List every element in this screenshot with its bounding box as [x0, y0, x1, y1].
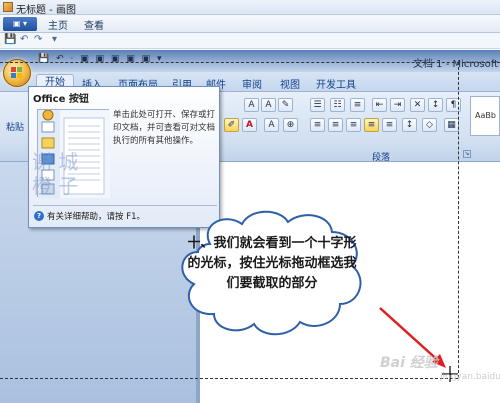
decrease-indent-icon[interactable]: ⇤ [372, 98, 387, 112]
tooltip-description: 单击此处可打开、保存或打印文档，并可查看可对文档执行的所有其他操作。 [113, 110, 216, 146]
tooltip-help-text: 有关详细帮助，请按 F1。 [47, 212, 146, 222]
distributed-icon[interactable]: ≡ [382, 118, 397, 132]
tooltip-title: Office 按钮 [33, 94, 89, 105]
word-tab-view[interactable]: 视图 [280, 76, 300, 91]
paint-title-bar: 无标题 - 画图 [0, 0, 500, 16]
baidu-url-watermark: jingyan.baidu.com [440, 372, 500, 382]
highlight-icon[interactable]: ✐ [224, 118, 239, 132]
paint-tab-home[interactable]: 主页 [48, 17, 68, 32]
borders-icon[interactable]: ▦ [444, 118, 459, 132]
paint-quick-access-toolbar: 💾 ↶ ↷ ▾ [0, 33, 500, 49]
sort-icon[interactable]: ↕ [428, 98, 443, 112]
align-left-icon[interactable]: ≡ [310, 118, 325, 132]
font-size-shrink-icon[interactable]: A [261, 98, 276, 112]
paint-ribbon-tabs: ▣ ▾ 主页 查看 [0, 15, 500, 33]
paint-app-icon [3, 2, 13, 12]
author-watermark: 谢 城 橙 子 [32, 150, 79, 198]
paint-tab-view[interactable]: 查看 [84, 17, 104, 32]
paint-window-title: 无标题 - 画图 [16, 5, 76, 16]
help-icon: ? [34, 211, 44, 221]
callout-text: 十、我们就会看到一个十字形的光标，按住光标拖动框选我们要截取的部分 [187, 236, 357, 291]
office-logo-icon [11, 67, 22, 78]
align-center-icon[interactable]: ≡ [328, 118, 343, 132]
word-title-bar: 💾 ↶ · ▣ ▣ ▣ ▣ ▣ ▾ 文档 1 - Microsoft [0, 50, 500, 72]
selection-marquee-top [0, 62, 500, 63]
multilevel-list-icon[interactable]: ≡ [350, 98, 365, 112]
chinese-layout-icon[interactable]: ✕ [410, 98, 425, 112]
quick-style-gallery[interactable]: AaBb [470, 96, 500, 136]
undo-icon[interactable]: ↶ [20, 34, 28, 45]
enclosed-char-icon[interactable]: ⊕ [283, 118, 298, 132]
bullets-icon[interactable]: ☰ [310, 98, 325, 112]
numbering-icon[interactable]: ☷ [330, 98, 345, 112]
paste-label: 粘贴 [6, 123, 25, 133]
font-size-grow-icon[interactable]: A [244, 98, 259, 112]
shading-icon[interactable]: ◇ [422, 118, 437, 132]
customize-toolbar-icon[interactable]: ▾ [52, 34, 57, 45]
justify-icon[interactable]: ≡ [364, 118, 379, 132]
office-button[interactable] [3, 59, 31, 87]
font-color-icon[interactable]: A [242, 118, 257, 132]
clear-format-icon[interactable]: ✎ [278, 98, 293, 112]
paint-file-menu-button[interactable]: ▣ ▾ [3, 17, 37, 31]
increase-indent-icon[interactable]: ⇥ [390, 98, 405, 112]
paragraph-dialog-launcher-icon[interactable]: ↘ [463, 150, 471, 158]
baidu-watermark: Bai 经验 [380, 355, 438, 371]
word-tab-review[interactable]: 审阅 [242, 76, 262, 91]
word-tab-developer[interactable]: 开发工具 [316, 76, 356, 91]
save-icon[interactable]: 💾 [4, 34, 16, 45]
line-spacing-icon[interactable]: ↕ [402, 118, 417, 132]
align-right-icon[interactable]: ≡ [346, 118, 361, 132]
redo-icon[interactable]: ↷ [34, 34, 42, 45]
char-shading-icon[interactable]: A [264, 118, 279, 132]
